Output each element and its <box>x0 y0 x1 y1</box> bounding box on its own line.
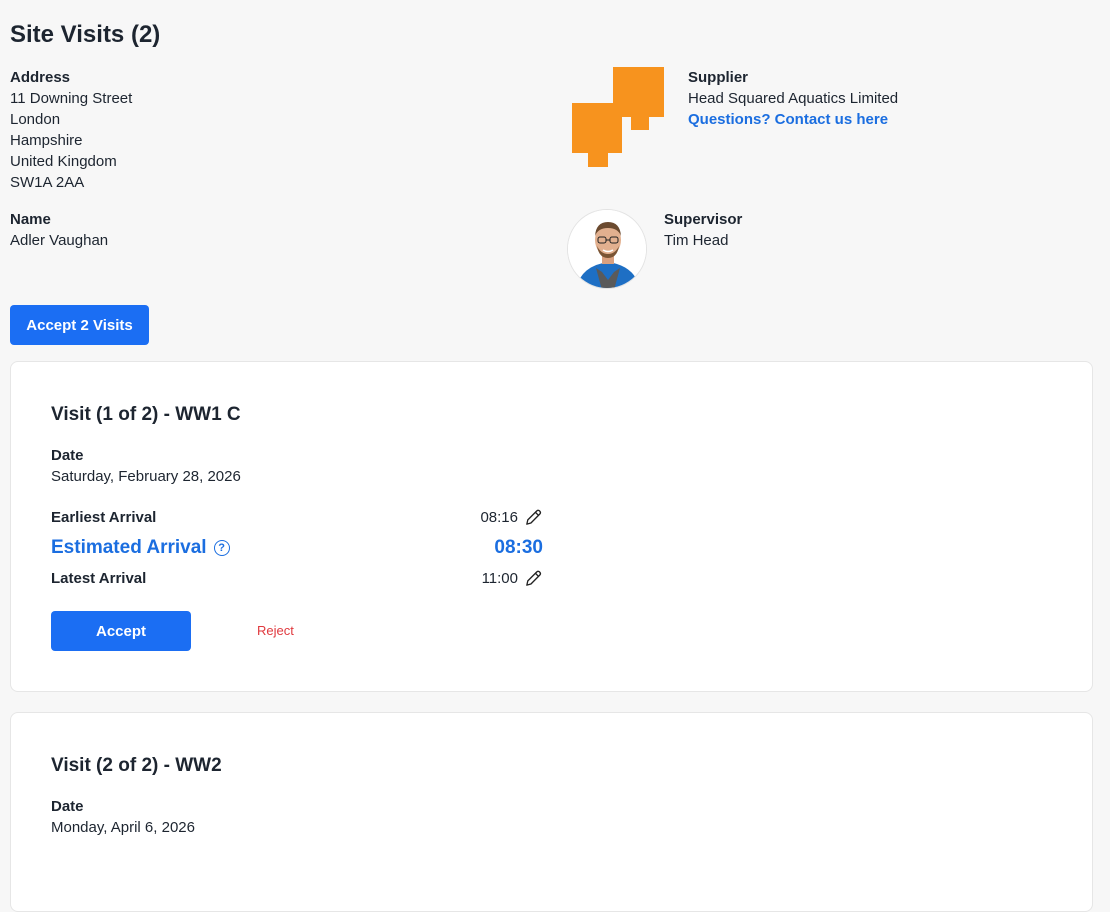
latest-arrival-label: Latest Arrival <box>51 570 147 587</box>
earliest-arrival-row: Earliest Arrival 08:16 <box>51 507 543 528</box>
supervisor-block: Supervisor Tim Head <box>664 209 742 251</box>
contact-supplier-link[interactable]: Questions? Contact us here <box>688 111 888 128</box>
accept-all-visits-button[interactable]: Accept 2 Visits <box>10 305 149 345</box>
help-icon[interactable]: ? <box>213 540 230 556</box>
estimated-arrival-time: 08:30 <box>494 537 543 558</box>
supplier-block: Supplier Head Squared Aquatics Limited Q… <box>688 67 898 130</box>
reject-visit-link[interactable]: Reject <box>257 623 294 638</box>
date-label: Date <box>51 447 84 464</box>
supplier-name: Head Squared Aquatics Limited <box>688 90 899 107</box>
visit-card: Visit (1 of 2) - WW1 C Date Saturday, Fe… <box>10 361 1093 692</box>
address-line: United Kingdom <box>10 153 117 170</box>
estimated-arrival-label: Estimated Arrival <box>51 537 207 558</box>
date-label: Date <box>51 798 84 815</box>
address-line: Hampshire <box>10 132 83 149</box>
earliest-arrival-label: Earliest Arrival <box>51 509 157 526</box>
latest-arrival-row: Latest Arrival 11:00 <box>51 568 543 589</box>
supervisor-photo <box>568 210 646 288</box>
name-label: Name <box>10 211 51 228</box>
supervisor-avatar <box>567 209 647 289</box>
accept-visit-button[interactable]: Accept <box>51 611 191 651</box>
address-line: London <box>10 111 61 128</box>
customer-name-block: Name Adler Vaughan <box>10 209 108 251</box>
edit-pencil-icon[interactable] <box>524 508 543 527</box>
supplier-label: Supplier <box>688 69 749 86</box>
edit-pencil-icon[interactable] <box>524 569 543 588</box>
address-line: 11 Downing Street <box>10 90 133 107</box>
latest-arrival-time: 11:00 <box>481 570 518 587</box>
visit-title: Visit (2 of 2) - WW2 <box>51 755 222 776</box>
page-title: Site Visits (2) <box>10 21 161 48</box>
visit-date: Saturday, February 28, 2026 <box>51 468 241 485</box>
address-label: Address <box>10 69 71 86</box>
supervisor-name: Tim Head <box>664 232 729 249</box>
address-block: Address 11 Downing Street London Hampshi… <box>10 67 132 193</box>
supervisor-label: Supervisor <box>664 211 743 228</box>
supplier-logo <box>572 67 664 167</box>
estimated-arrival-row: Estimated Arrival? 08:30 <box>51 537 543 559</box>
visit-title: Visit (1 of 2) - WW1 C <box>51 404 241 425</box>
visit-card: Visit (2 of 2) - WW2 Date Monday, April … <box>10 712 1093 912</box>
earliest-arrival-time: 08:16 <box>480 509 518 526</box>
address-line: SW1A 2AA <box>10 174 85 191</box>
customer-name: Adler Vaughan <box>10 232 109 249</box>
